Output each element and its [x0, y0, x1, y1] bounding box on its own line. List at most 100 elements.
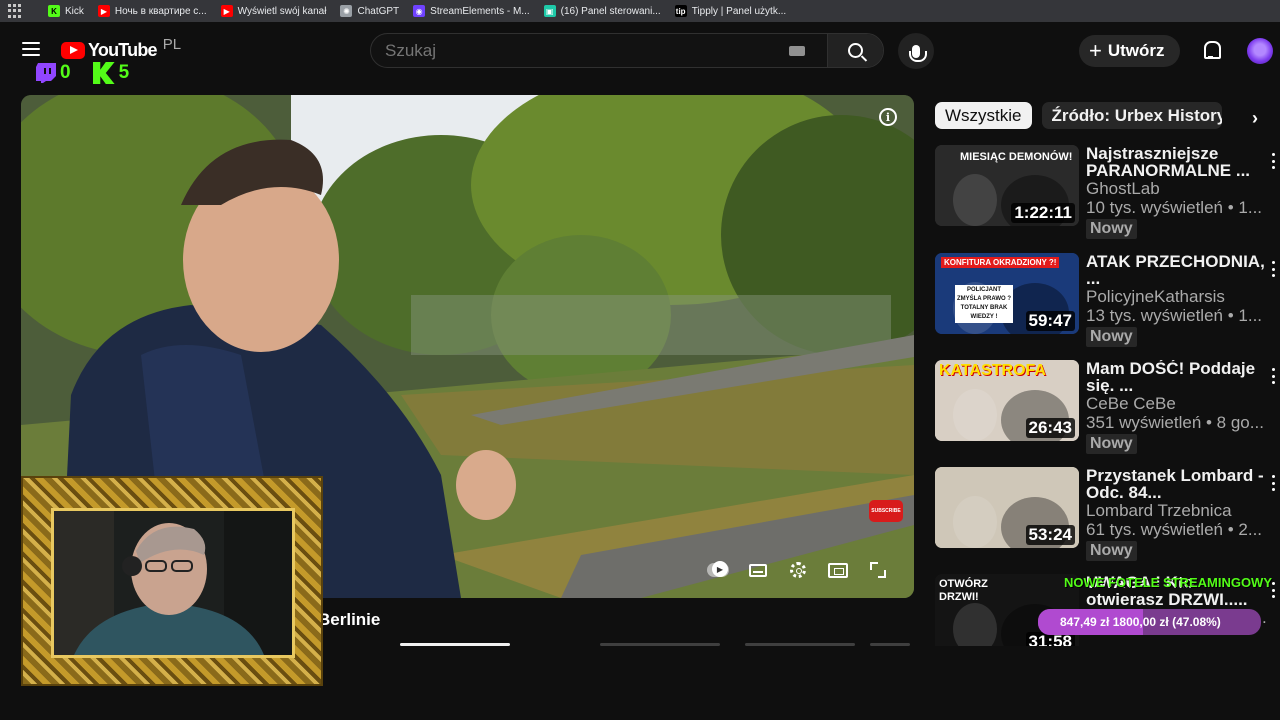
thumbnail-caption-secondary: POLICJANT ZMYŚLA PRAWO ? TOTALNY BRAK WI…: [955, 285, 1013, 323]
action-bar: [745, 643, 855, 646]
bookmark-item[interactable]: ✺ ChatGPT: [334, 5, 405, 17]
action-bar: [400, 643, 510, 646]
recommendation-item[interactable]: KONFITURA OKRADZIONY ?! POLICJANT ZMYŚLA …: [935, 253, 1280, 353]
recommendation-title[interactable]: ATAK PRZECHODNIA, ...: [1086, 253, 1271, 287]
donation-target: 1800,00 zł: [1112, 615, 1169, 629]
chevron-right-icon[interactable]: ›: [1252, 108, 1258, 129]
autoplay-toggle[interactable]: [707, 561, 729, 579]
chip-source[interactable]: Źródło: Urbex History: [1041, 102, 1222, 129]
recommendation-title[interactable]: Mam DOŚĆ! Poddaje się. ...: [1086, 360, 1271, 394]
more-options-icon[interactable]: [1272, 475, 1276, 491]
channel-name[interactable]: CeBe CeBe: [1086, 394, 1271, 413]
bookmarks-bar: K Kick ▶ Ночь в квартире с... ▶ Wyświetl swój…: [0, 0, 1280, 22]
youtube-icon: ▶: [220, 5, 233, 17]
donation-progress-bar: 847,49 zł 1800,00 zł (47.08%): [1038, 609, 1261, 635]
kick-icon: K: [48, 5, 60, 17]
plus-icon: +: [1089, 38, 1102, 63]
info-icon[interactable]: i: [879, 108, 897, 126]
miniplayer-icon: [828, 562, 848, 578]
channel-name[interactable]: GhostLab: [1086, 179, 1271, 198]
keyboard-icon[interactable]: [789, 45, 805, 56]
video-thumbnail[interactable]: KONFITURA OKRADZIONY ?! POLICJANT ZMYŚLA …: [935, 253, 1079, 334]
search-input[interactable]: [371, 34, 789, 67]
notifications-bell-icon[interactable]: [1202, 41, 1221, 59]
subscribe-watermark[interactable]: SUBSCRIBE: [869, 500, 903, 522]
filter-chips: Wszystkie Źródło: Urbex History: [935, 102, 1222, 129]
thumbnail-caption: KONFITURA OKRADZIONY ?!: [941, 257, 1060, 268]
avatar[interactable]: [1247, 38, 1273, 64]
captions-icon: [749, 563, 767, 577]
new-badge: Nowy: [1086, 219, 1137, 239]
webcam-ornate-frame: [21, 476, 323, 686]
bookmark-item[interactable]: ◉ StreamElements - M...: [407, 5, 535, 17]
more-options-icon[interactable]: [1272, 582, 1276, 598]
donation-progress-text: 847,49 zł 1800,00 zł (47.08%): [1060, 615, 1221, 629]
youtube-play-icon: [61, 42, 85, 59]
bookmark-item[interactable]: K Kick: [42, 5, 90, 17]
search-button[interactable]: [827, 34, 883, 67]
video-metadata: 10 tys. wyświetleń • 1...: [1086, 198, 1263, 217]
more-options-icon[interactable]: [1272, 261, 1276, 277]
recommendation-title[interactable]: Najstraszniejsze PARANORMALNE ...: [1086, 145, 1271, 179]
youtube-logo[interactable]: YouTube PL: [61, 36, 181, 61]
subtitles-button[interactable]: [747, 561, 769, 579]
channel-name[interactable]: Lombard Trzebnica: [1086, 501, 1271, 520]
recommendation-item[interactable]: 53:24 Przystanek Lombard - Odc. 84... Lomb…: [935, 467, 1280, 567]
new-badge: Nowy: [1086, 541, 1137, 561]
country-code: PL: [162, 36, 182, 53]
donation-percent: (47.08%): [1172, 615, 1221, 629]
menu-icon[interactable]: [22, 42, 40, 56]
create-label: Utwórz: [1107, 41, 1165, 60]
recommendation-details: Przystanek Lombard - Odc. 84... Lombard T…: [1086, 467, 1271, 561]
recommendation-title[interactable]: Przystanek Lombard - Odc. 84...: [1086, 467, 1271, 501]
microphone-icon: [909, 44, 927, 62]
bookmark-label: (16) Panel sterowani...: [560, 5, 661, 17]
twitch-icon: [36, 63, 56, 83]
streamelements-icon: ◉: [413, 5, 426, 17]
create-button[interactable]: + Utwórz: [1079, 35, 1180, 67]
miniplayer-button[interactable]: [827, 561, 849, 579]
player-controls: [707, 561, 889, 579]
voice-search-button[interactable]: [898, 33, 934, 69]
thumbnail-caption: KATASTROFA: [939, 362, 1046, 379]
video-thumbnail[interactable]: KATASTROFA 26:43: [935, 360, 1079, 441]
recommendation-item[interactable]: KATASTROFA 26:43 Mam DOŚĆ! Poddaje się. ..…: [935, 360, 1280, 460]
more-options-icon[interactable]: [1272, 368, 1276, 384]
more-options-icon[interactable]: [1272, 153, 1276, 169]
tipply-icon: tip: [674, 5, 687, 17]
bookmark-label: ChatGPT: [357, 5, 400, 17]
fullscreen-button[interactable]: [867, 561, 889, 579]
bookmark-label: Wyświetl swój kanał: [237, 5, 327, 17]
bookmark-item[interactable]: ▶ Ночь в квартире с...: [92, 5, 213, 17]
masthead: YouTube PL 0 5 + Utwórz: [0, 22, 1280, 92]
webcam-feed: [51, 508, 295, 658]
bookmark-label: Kick: [65, 5, 84, 17]
bookmark-item[interactable]: ▣ (16) Panel sterowani...: [538, 5, 667, 17]
video-thumbnail[interactable]: MIESIĄC DEMONÓW! 1:22:11: [935, 145, 1079, 226]
bookmark-item[interactable]: tip Tipply | Panel użytk...: [669, 5, 793, 17]
new-badge: Nowy: [1086, 434, 1137, 454]
video-title: Berlinie: [318, 610, 381, 629]
video-thumbnail[interactable]: 53:24: [935, 467, 1079, 548]
recommendation-details: ATAK PRZECHODNIA, ... PolicyjneKatharsis 1…: [1086, 253, 1271, 347]
search-icon: [848, 43, 863, 58]
chip-all[interactable]: Wszystkie: [935, 102, 1032, 129]
apps-grid-icon[interactable]: [8, 4, 22, 18]
panel-icon: ▣: [543, 5, 556, 17]
recommendation-item[interactable]: MIESIĄC DEMONÓW! 1:22:11 Najstraszniejsze …: [935, 145, 1280, 245]
video-metadata: 351 wyświetleń • 8 go...: [1086, 413, 1264, 432]
search-box: [370, 33, 884, 68]
kick-count: 5: [118, 62, 130, 83]
twitch-count: 0: [60, 62, 71, 83]
stream-counters: 0 5: [36, 62, 129, 84]
new-badge: Nowy: [1086, 327, 1137, 347]
bookmark-label: Ночь в квартире с...: [114, 5, 207, 17]
bookmark-item[interactable]: ▶ Wyświetl swój kanał: [215, 5, 333, 17]
channel-name[interactable]: PolicyjneKatharsis: [1086, 287, 1271, 306]
action-bar: [870, 643, 910, 646]
donation-goal-label: NOWE FOTELE STREAMINGOWY: [1064, 575, 1272, 590]
recommendation-details: Najstraszniejsze PARANORMALNE ... GhostLa…: [1086, 145, 1271, 239]
youtube-icon: ▶: [97, 5, 110, 17]
settings-button[interactable]: [787, 561, 809, 579]
bookmark-label: StreamElements - M...: [430, 5, 530, 17]
